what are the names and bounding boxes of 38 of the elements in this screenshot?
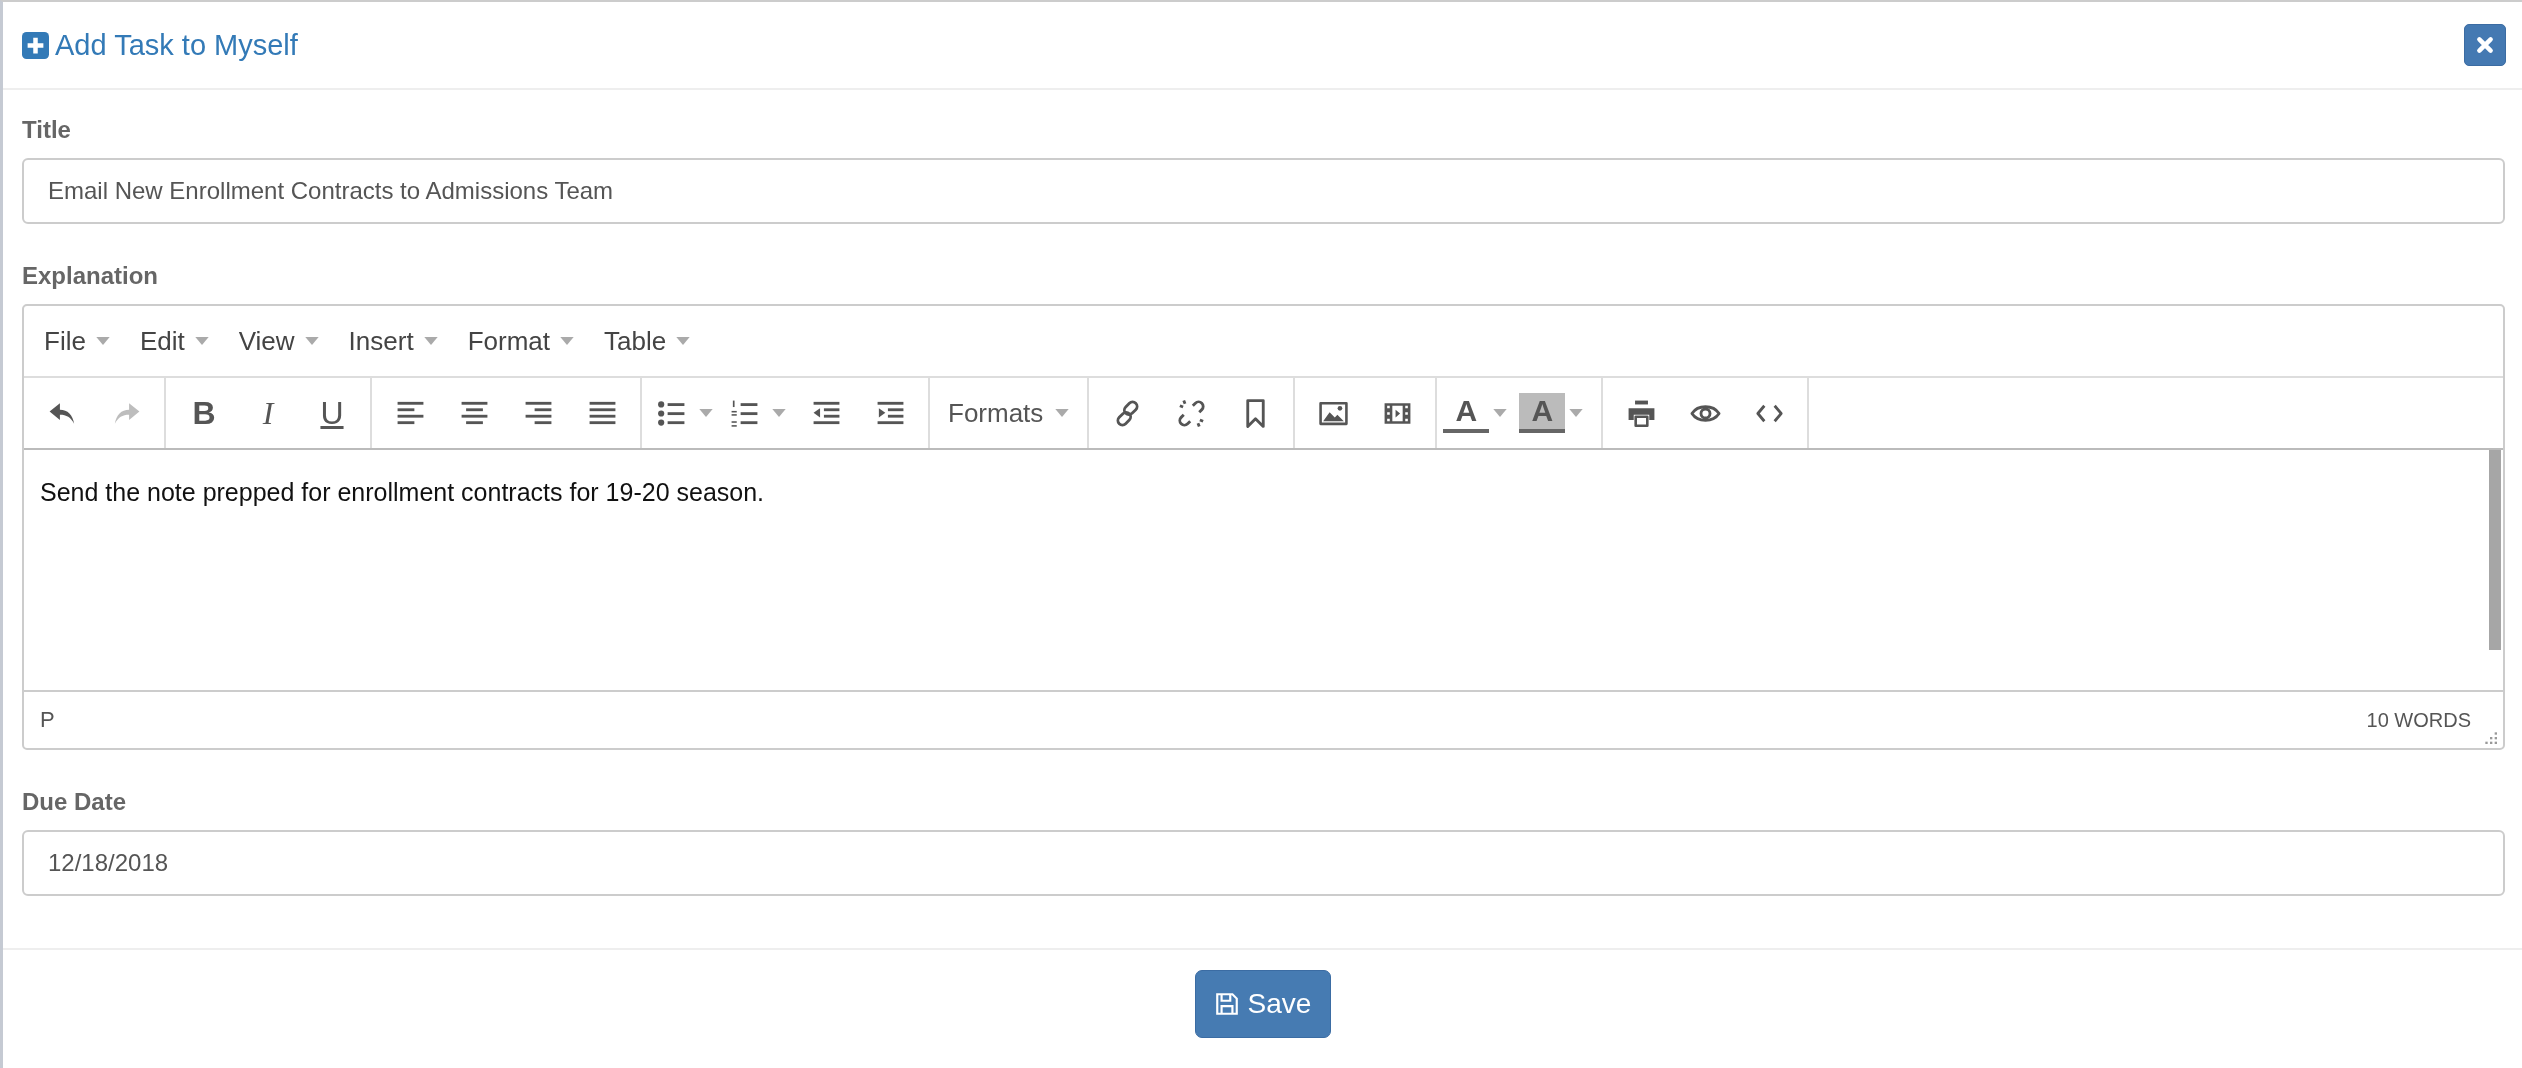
element-path: P — [40, 707, 55, 733]
caret-icon — [423, 337, 438, 345]
input-field[interactable]: Email New Enrollment Contracts to Admissions Team — [22, 158, 2505, 224]
close-icon — [2476, 36, 2494, 54]
field-label: Due Date — [22, 788, 128, 816]
save-button[interactable]: Save — [1194, 970, 1331, 1038]
field-label: Title — [22, 116, 72, 144]
menu-item[interactable]: File — [34, 325, 120, 357]
toolbar-button[interactable]: A — [1519, 393, 1566, 433]
caret-icon — [1493, 409, 1508, 417]
menu-item[interactable]: Table — [594, 325, 701, 357]
caret-icon — [194, 337, 209, 345]
toolbar-button[interactable]: U — [300, 387, 364, 439]
menu-item[interactable]: Edit — [129, 325, 219, 357]
menu-item[interactable]: Format — [457, 325, 584, 357]
formats-dropdown[interactable]: Formats — [936, 387, 1082, 439]
caret-icon — [1055, 409, 1070, 417]
field-label: Explanation — [22, 262, 160, 290]
plus-square-icon — [22, 31, 49, 59]
word-count: 10 WORDS — [2366, 708, 2471, 732]
editor-text: Send the note prepped for enrollment contracts for 19-20 season. — [40, 478, 765, 508]
scrollbar-thumb[interactable] — [2489, 450, 2501, 650]
menu-item[interactable]: View — [228, 325, 329, 357]
toolbar-button[interactable]: A — [1443, 393, 1490, 433]
caret-icon — [772, 409, 786, 417]
caret-icon — [95, 337, 110, 345]
resize-handle-icon[interactable] — [2483, 730, 2497, 744]
input-field[interactable]: 12/18/2018 — [22, 830, 2505, 896]
toolbar-button[interactable]: B — [172, 387, 236, 439]
caret-icon — [699, 409, 713, 417]
dialog-title: Add Task to Myself — [55, 28, 298, 62]
menu-item[interactable]: Insert — [338, 325, 448, 357]
caret-icon — [560, 337, 574, 345]
toolbar-button[interactable]: I — [236, 387, 300, 439]
caret-icon — [1569, 409, 1584, 417]
caret-icon — [676, 337, 691, 345]
caret-icon — [304, 337, 319, 345]
close-button[interactable] — [2464, 24, 2506, 66]
